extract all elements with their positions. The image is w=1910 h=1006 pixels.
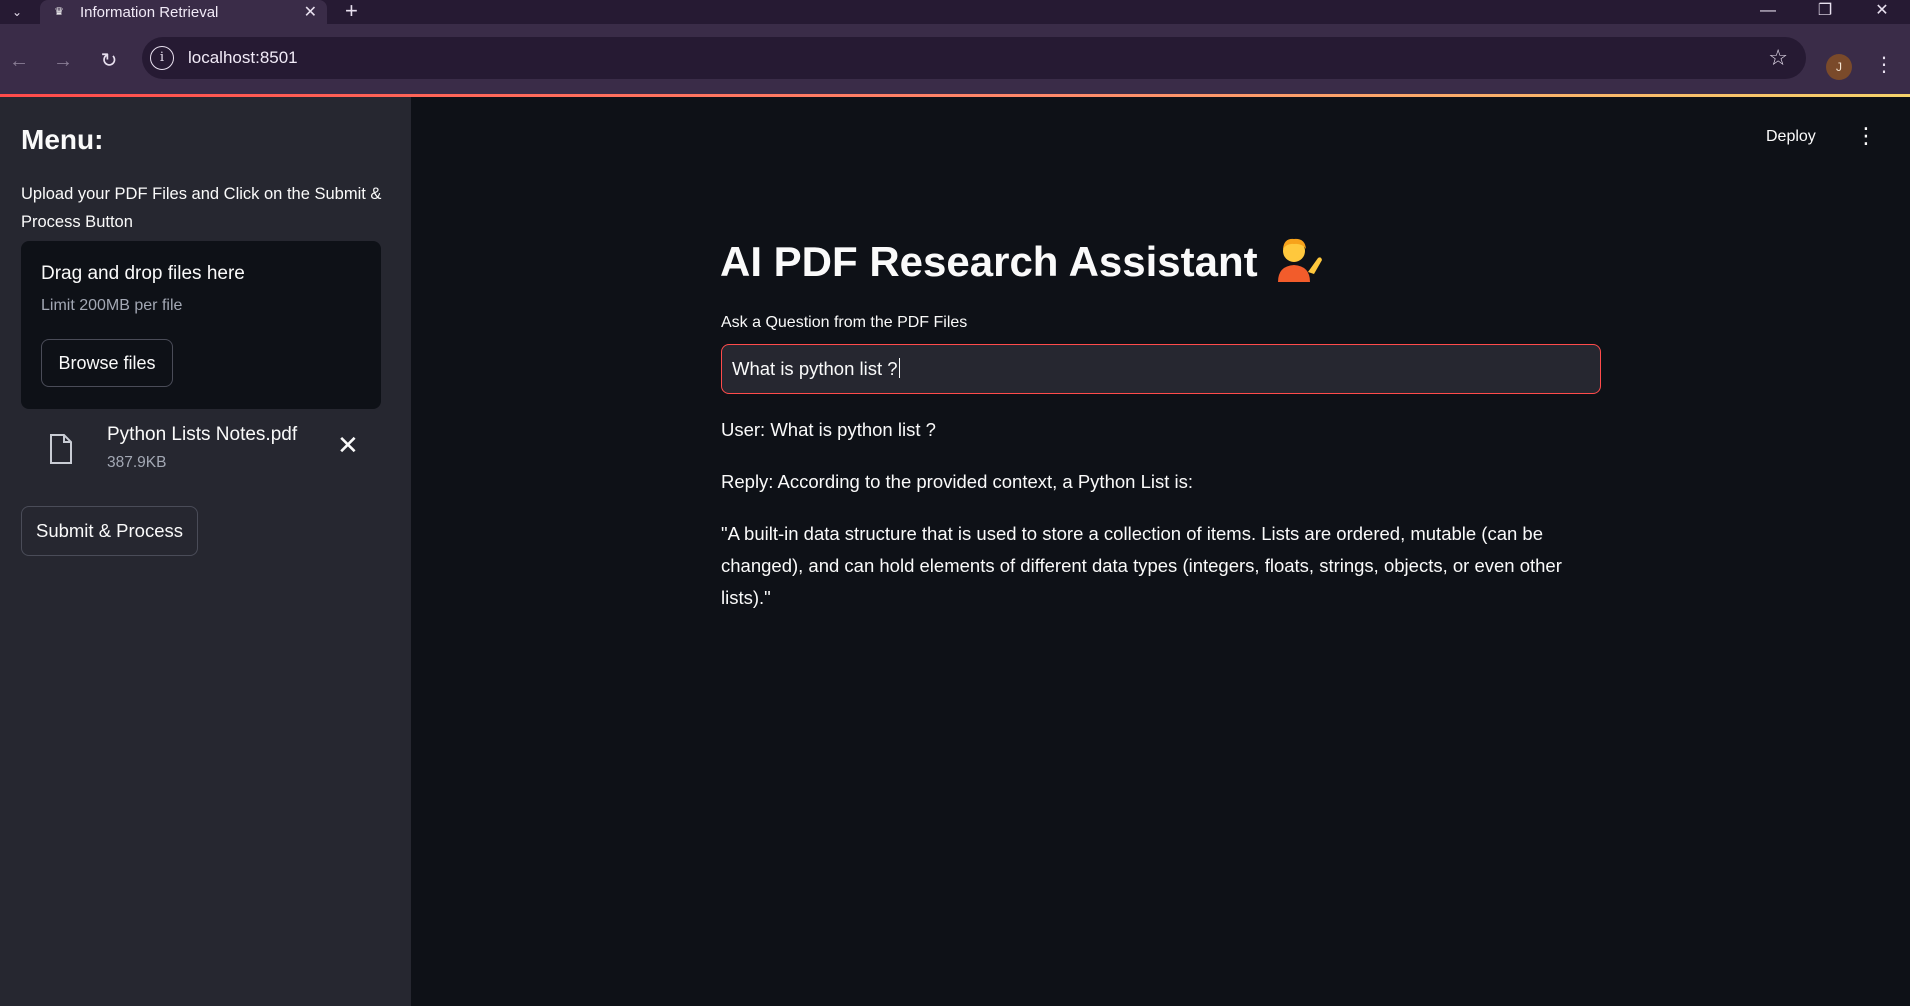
dropzone-title: Drag and drop files here: [41, 263, 245, 284]
remove-file-icon[interactable]: ✕: [337, 430, 359, 461]
back-icon[interactable]: ←: [6, 48, 32, 74]
reply-message: Reply: According to the provided context…: [721, 471, 1194, 492]
profile-avatar[interactable]: J: [1826, 54, 1852, 80]
tab-search-icon[interactable]: ⌄: [4, 2, 30, 22]
main-menu-icon[interactable]: ⋮: [1855, 125, 1877, 147]
tab-title: Information Retrieval: [80, 4, 219, 21]
dropzone-limit: Limit 200MB per file: [41, 297, 183, 314]
bookmark-star-icon[interactable]: ☆: [1768, 45, 1788, 71]
uploaded-file-item: Python Lists Notes.pdf 387.9KB ✕: [21, 424, 381, 484]
uploaded-file-size: 387.9KB: [107, 454, 167, 471]
user-message: User: What is python list ?: [721, 419, 936, 440]
submit-process-button[interactable]: Submit & Process: [21, 506, 198, 556]
question-input-text: What is python list ?: [732, 358, 898, 379]
browser-tab-strip: ⌄ ♛ Information Retrieval ✕ + — ❐ ✕: [0, 0, 1910, 24]
site-info-icon[interactable]: i: [150, 46, 174, 70]
streamlit-favicon-icon: ♛: [54, 6, 64, 18]
browser-tab[interactable]: ♛ Information Retrieval ✕: [40, 0, 327, 24]
text-caret: [898, 358, 900, 378]
browser-menu-icon[interactable]: ⋮: [1874, 52, 1894, 77]
file-icon: [50, 434, 72, 464]
close-window-icon[interactable]: ✕: [1862, 0, 1902, 22]
browse-files-button[interactable]: Browse files: [41, 339, 173, 387]
reload-icon[interactable]: ↻: [96, 48, 122, 74]
minimize-icon[interactable]: —: [1748, 0, 1788, 22]
question-input[interactable]: What is python list ?: [721, 344, 1601, 394]
address-bar[interactable]: i localhost:8501 ☆: [142, 37, 1806, 79]
person-tipping-hand-emoji-icon: [1277, 238, 1322, 282]
reply-quote: "A built-in data structure that is used …: [721, 523, 1562, 608]
forward-icon[interactable]: →: [50, 48, 76, 74]
close-tab-icon[interactable]: ✕: [304, 2, 317, 22]
browser-toolbar: ← → ↻ i localhost:8501 ☆ J ⋮: [0, 24, 1910, 94]
question-label: Ask a Question from the PDF Files: [721, 314, 968, 331]
page-title: AI PDF Research Assistant: [720, 236, 1324, 286]
page-title-text: AI PDF Research Assistant: [720, 238, 1258, 285]
sidebar-description: Upload your PDF Files and Click on the S…: [21, 185, 382, 231]
deploy-button[interactable]: Deploy: [1766, 128, 1816, 146]
question-input-value[interactable]: What is python list ?: [732, 358, 900, 380]
restore-icon[interactable]: ❐: [1805, 0, 1845, 22]
new-tab-icon[interactable]: +: [345, 0, 358, 22]
file-dropzone[interactable]: Drag and drop files here Limit 200MB per…: [21, 241, 381, 409]
url-text[interactable]: localhost:8501: [188, 48, 298, 68]
uploaded-file-name: Python Lists Notes.pdf: [107, 424, 298, 445]
sidebar-title: Menu:: [21, 124, 104, 155]
